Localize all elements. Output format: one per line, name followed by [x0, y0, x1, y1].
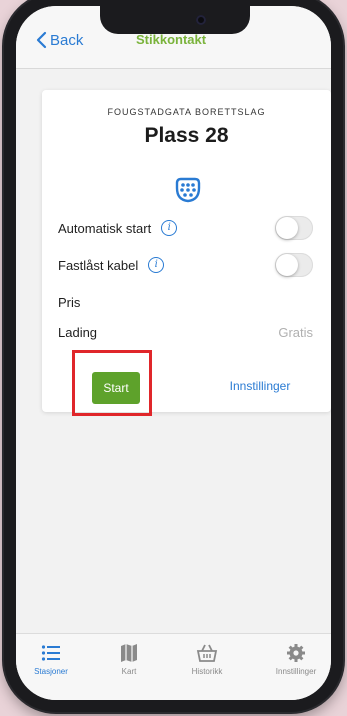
tab-label: Innstillinger	[275, 667, 317, 676]
tab-bar: Stasjoner Kart Historikk Innstillinger	[16, 633, 331, 700]
tab-stasjoner[interactable]: Stasjoner	[16, 642, 86, 676]
tab-innstillinger[interactable]: Innstillinger	[261, 642, 331, 676]
notch	[100, 6, 250, 34]
place-title: Plass 28	[144, 124, 229, 147]
organization-name: FOUGSTADGATA BORETTSLAG	[107, 107, 266, 117]
tab-historikk[interactable]: Historikk	[172, 642, 242, 676]
list-icon	[41, 645, 60, 661]
phone-frame: Back Stikkontakt FOUGSTADGATA BORETTSLAG…	[4, 0, 343, 712]
start-button[interactable]: Start	[92, 372, 140, 404]
tab-label: Kart	[121, 667, 137, 676]
auto-start-toggle[interactable]	[275, 216, 313, 240]
app-screen: Back Stikkontakt FOUGSTADGATA BORETTSLAG…	[16, 6, 331, 700]
info-icon[interactable]: i	[161, 220, 178, 236]
charger-card: FOUGSTADGATA BORETTSLAG Plass 28 Automat…	[42, 90, 331, 416]
price-label: Pris	[58, 294, 81, 310]
info-icon[interactable]: i	[148, 257, 165, 273]
back-label: Back	[50, 31, 84, 49]
charging-price-row: Lading Gratis	[58, 319, 313, 345]
tab-label: Historikk	[191, 667, 223, 676]
tab-kart[interactable]: Kart	[94, 642, 164, 676]
gear-icon	[287, 644, 305, 662]
chevron-left-icon	[36, 31, 47, 49]
type2-connector-icon	[175, 177, 201, 203]
basket-icon	[196, 644, 218, 662]
locked-cable-toggle[interactable]	[275, 253, 313, 277]
toggle-knob	[276, 217, 298, 239]
tab-label: Stasjoner	[34, 667, 68, 676]
charging-label: Lading	[58, 324, 98, 340]
map-icon	[121, 644, 137, 662]
auto-start-label: Automatisk start	[58, 220, 152, 236]
auto-start-row: Automatisk start i	[58, 215, 313, 241]
camera-icon	[196, 15, 206, 25]
nav-title: Stikkontakt	[136, 32, 207, 47]
charging-price-value: Gratis	[278, 324, 313, 340]
locked-cable-row: Fastlåst kabel i	[58, 252, 313, 278]
back-button[interactable]: Back	[36, 31, 83, 49]
toggle-knob	[276, 254, 298, 276]
price-row: Pris	[58, 289, 313, 315]
settings-link[interactable]: Innstillinger	[210, 379, 310, 393]
locked-cable-label: Fastlåst kabel	[58, 257, 139, 273]
